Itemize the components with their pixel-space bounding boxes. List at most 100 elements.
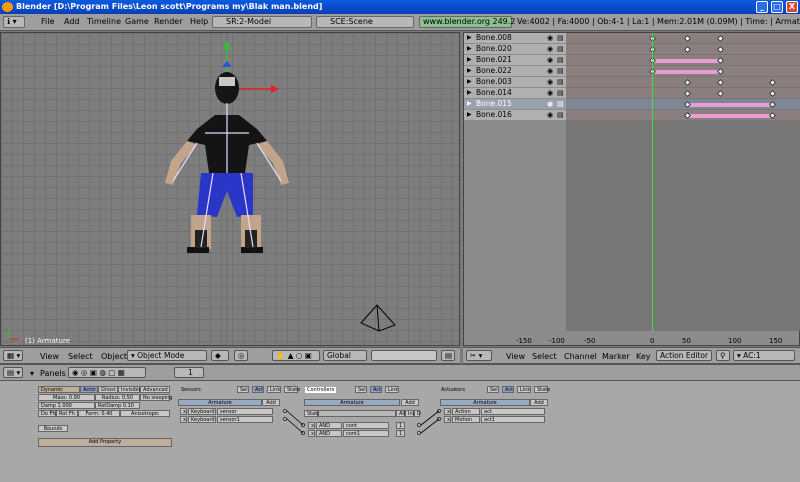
sensor-output-socket[interactable] xyxy=(283,417,287,421)
keyframe-marker[interactable] xyxy=(716,34,725,43)
eye-icon[interactable]: ◉ xyxy=(547,44,553,54)
actuators-act-toggle[interactable]: Act xyxy=(502,386,514,393)
draw-type-button[interactable]: ◆ xyxy=(211,350,229,361)
sensor-close-icon[interactable]: x xyxy=(180,408,187,415)
sensor-name[interactable]: sensor1 xyxy=(217,416,273,423)
radius-field[interactable]: Radius: 0.50 xyxy=(95,394,140,401)
eye-icon[interactable]: ◉ xyxy=(547,55,553,65)
expand-triangle-icon[interactable]: ▶ xyxy=(467,33,472,43)
menu-view[interactable]: View xyxy=(40,352,59,361)
keyframe-marker[interactable] xyxy=(716,67,725,76)
controller-state-num[interactable]: 1 xyxy=(396,422,405,429)
channel-row[interactable]: ▶ Bone.008 ◉ ▤ xyxy=(464,33,566,44)
lock-layers-button[interactable]: ▤ xyxy=(441,350,455,361)
menu-game[interactable]: Game xyxy=(125,17,149,26)
actuator-close-icon[interactable]: x xyxy=(444,408,451,415)
channel-row[interactable]: ▶ Bone.014 ◉ ▤ xyxy=(464,88,566,99)
do-fh-toggle[interactable]: Do Fh xyxy=(38,410,56,417)
orientation-selector[interactable]: Global xyxy=(323,350,367,361)
eye-icon[interactable]: ◉ xyxy=(547,99,553,109)
channel-row[interactable]: ▶ Bone.016 ◉ ▤ xyxy=(464,110,566,121)
controller-name[interactable]: cont1 xyxy=(343,430,389,437)
pivot-button[interactable]: ◎ xyxy=(234,350,248,361)
keyframe-marker[interactable] xyxy=(683,78,692,87)
sensor-close-icon[interactable]: x xyxy=(180,416,187,423)
lock-icon[interactable]: ▤ xyxy=(557,33,564,43)
lock-icon[interactable]: ▤ xyxy=(557,88,564,98)
controller-close-icon[interactable]: x xyxy=(308,430,315,437)
minimize-button[interactable]: _ xyxy=(756,1,768,13)
menu-render[interactable]: Render xyxy=(154,17,182,26)
eye-icon[interactable]: ◉ xyxy=(547,33,553,43)
keyframe-marker[interactable] xyxy=(716,89,725,98)
channel-row[interactable]: ▶ Bone.021 ◉ ▤ xyxy=(464,55,566,66)
expand-triangle-icon[interactable]: ▶ xyxy=(467,66,472,76)
sensors-act-toggle[interactable]: Act xyxy=(252,386,264,393)
lock-icon[interactable]: ▤ xyxy=(557,99,564,109)
expand-triangle-icon[interactable]: ▶ xyxy=(467,77,472,87)
controller-name[interactable]: cont xyxy=(343,422,389,429)
expand-triangle-icon[interactable]: ▶ xyxy=(467,99,472,109)
ghost-toggle[interactable]: Ghost xyxy=(98,386,118,393)
editor-type-button[interactable]: ▦ ▾ xyxy=(3,350,23,361)
expand-triangle-icon[interactable]: ▶ xyxy=(467,44,472,54)
keyframe-marker[interactable] xyxy=(768,89,777,98)
controller-state-num[interactable]: 1 xyxy=(396,430,405,437)
screen-selector[interactable]: SR:2-Model xyxy=(212,16,312,28)
sensor-type[interactable]: Keyboard xyxy=(188,416,216,423)
menu-select[interactable]: Select xyxy=(68,352,93,361)
controller-type[interactable]: AND xyxy=(316,430,342,437)
sensors-link-toggle[interactable]: Link xyxy=(267,386,281,393)
sensor-name[interactable]: sensor xyxy=(217,408,273,415)
sensors-sel-toggle[interactable]: Sel xyxy=(237,386,249,393)
expand-triangle-icon[interactable]: ▶ xyxy=(467,55,472,65)
anisotropic-toggle[interactable]: Anisotropic xyxy=(120,410,170,417)
keyframe-marker[interactable] xyxy=(683,89,692,98)
channel-row[interactable]: ▶ Bone.022 ◉ ▤ xyxy=(464,66,566,77)
lock-icon[interactable]: ▤ xyxy=(557,44,564,54)
keyframe-timeline[interactable] xyxy=(566,33,800,331)
manipulator-buttons[interactable]: ✋ ▲ ○ ▣ xyxy=(272,350,320,361)
eye-icon[interactable]: ◉ xyxy=(547,77,553,87)
actuator-close-icon[interactable]: x xyxy=(444,416,451,423)
no-sleeping-toggle[interactable]: No sleeping xyxy=(140,394,172,401)
info-window-type-icon[interactable]: ℹ ▾ xyxy=(3,16,25,28)
eye-icon[interactable]: ◉ xyxy=(547,110,553,120)
layer-buttons[interactable] xyxy=(371,350,437,361)
action-selector[interactable]: ▾ AC:1 xyxy=(733,350,795,361)
sensors-state-toggle[interactable]: State xyxy=(284,386,300,393)
menu-marker[interactable]: Marker xyxy=(602,352,630,361)
eye-icon[interactable]: ◉ xyxy=(547,88,553,98)
lock-icon[interactable]: ▤ xyxy=(557,110,564,120)
controller-output-socket[interactable] xyxy=(417,423,421,427)
invisible-toggle[interactable]: Invisible xyxy=(118,386,142,393)
controller-input-socket[interactable] xyxy=(301,431,305,435)
actuator-type[interactable]: Motion xyxy=(452,416,480,423)
damp-field[interactable]: Damp 1.000 xyxy=(38,402,95,409)
controller-input-socket[interactable] xyxy=(301,423,305,427)
state-grid[interactable] xyxy=(318,410,396,417)
sensor-output-socket[interactable] xyxy=(283,409,287,413)
editor-type-button[interactable]: ▤ ▾ xyxy=(3,367,23,378)
keyframe-marker[interactable] xyxy=(768,100,777,109)
keyframe-marker[interactable] xyxy=(716,78,725,87)
controller-close-icon[interactable]: x xyxy=(308,422,315,429)
lock-icon[interactable]: ▤ xyxy=(557,77,564,87)
controllers-all-button[interactable]: All xyxy=(396,410,405,417)
actuator-input-socket[interactable] xyxy=(437,409,441,413)
action-editor[interactable]: ▶ Bone.008 ◉ ▤ ▶ Bone.020 ◉ ▤ ▶ Bone.021 ◉ ▤ ▶ Bon… xyxy=(463,32,800,346)
keyframe-marker[interactable] xyxy=(716,56,725,65)
channel-row[interactable]: ▶ Bone.003 ◉ ▤ xyxy=(464,77,566,88)
actuators-add-button[interactable]: Add xyxy=(530,399,548,406)
rot-damp-field[interactable]: RotDamp 0.10 xyxy=(95,402,140,409)
menu-help[interactable]: Help xyxy=(190,17,208,26)
menu-select[interactable]: Select xyxy=(532,352,557,361)
mass-field[interactable]: Mass: 0.90 xyxy=(38,394,95,401)
controllers-ini-button[interactable]: Ini xyxy=(405,410,414,417)
form-field[interactable]: Form: 0.40 xyxy=(78,410,120,417)
expand-triangle-icon[interactable]: ▶ xyxy=(467,110,472,120)
controllers-sel-toggle[interactable]: Sel xyxy=(355,386,367,393)
keyframe-marker[interactable] xyxy=(716,45,725,54)
controller-output-socket[interactable] xyxy=(417,431,421,435)
actuators-sel-toggle[interactable]: Sel xyxy=(487,386,499,393)
